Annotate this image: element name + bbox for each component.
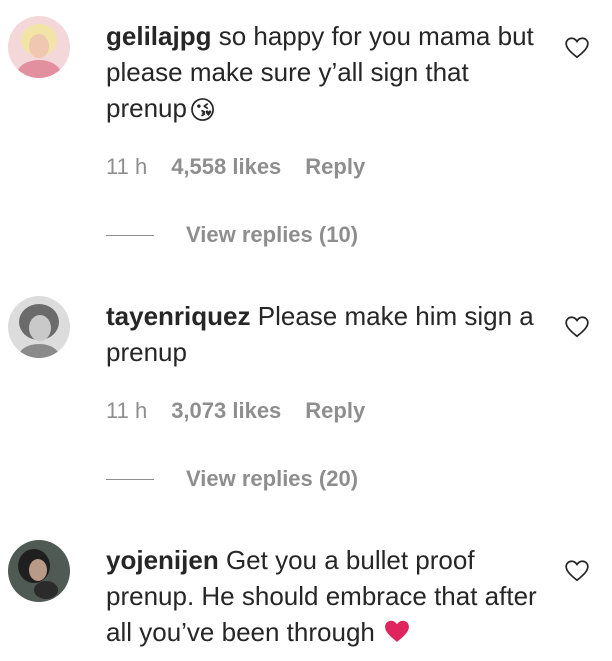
replies-divider [106, 234, 154, 236]
heart-outline-icon[interactable] [564, 558, 590, 584]
comment-username[interactable]: tayenriquez [106, 301, 251, 331]
comment-likes[interactable]: 3,073 likes [171, 398, 281, 424]
avatar[interactable] [8, 296, 70, 358]
comment-likes[interactable]: 4,558 likes [171, 154, 281, 180]
comment-text: tayenriquez Please make him sign a prenu… [106, 298, 546, 370]
replies-divider [106, 478, 154, 480]
reply-button[interactable]: Reply [305, 154, 365, 180]
heart-outline-icon[interactable] [564, 314, 590, 340]
view-replies-button[interactable]: View replies (10) [186, 222, 358, 248]
avatar[interactable] [8, 16, 70, 78]
view-replies-row[interactable]: View replies (20) [106, 466, 358, 492]
reply-button[interactable]: Reply [305, 398, 365, 424]
kissing-face-emoji: 😘 [188, 95, 217, 126]
view-replies-button[interactable]: View replies (20) [186, 466, 358, 492]
comment-text: yojenijen Get you a bullet proof prenup.… [106, 542, 546, 652]
comment-time[interactable]: 11 h [106, 154, 147, 180]
comment-time[interactable]: 11 h [106, 398, 147, 424]
comment-username[interactable]: gelilajpg [106, 21, 211, 51]
comment-meta: 11 h 4,558 likes Reply [106, 154, 365, 180]
heart-outline-icon[interactable] [564, 35, 590, 61]
comment-username[interactable]: yojenijen [106, 545, 219, 575]
comment-meta: 11 h 3,073 likes Reply [106, 398, 365, 424]
red-heart-emoji-icon [385, 620, 410, 642]
comment-text: gelilajpg so happy for you mama but plea… [106, 18, 546, 128]
avatar[interactable] [8, 540, 70, 602]
view-replies-row[interactable]: View replies (10) [106, 222, 358, 248]
red-heart-emoji [384, 616, 410, 652]
